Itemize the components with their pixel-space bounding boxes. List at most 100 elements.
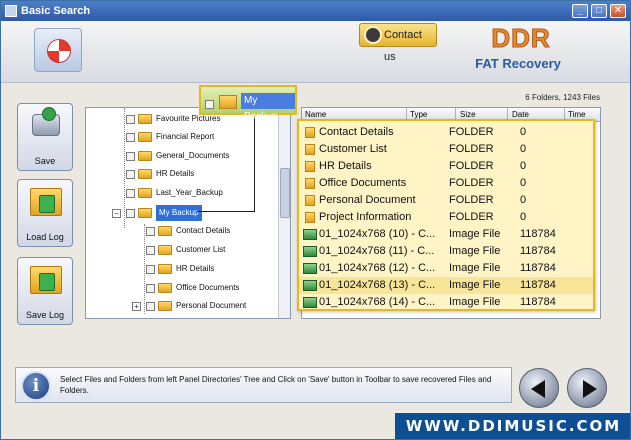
tree-checkbox[interactable] xyxy=(126,189,135,198)
column-header-size[interactable]: Size xyxy=(460,110,476,119)
back-button[interactable] xyxy=(519,368,559,408)
list-item[interactable]: 01_1024x768 (14) - C... Image File 118784 xyxy=(299,294,593,311)
save-button[interactable]: Save xyxy=(17,103,73,171)
contact-us-button[interactable]: Contact us xyxy=(359,23,437,63)
list-item[interactable]: 01_1024x768 (10) - C... Image File 118784 xyxy=(299,226,593,243)
contact-us-label: Contact us xyxy=(384,29,422,63)
folder-icon xyxy=(158,264,172,274)
zoomed-tree-callout: My Backup xyxy=(199,85,297,122)
directory-tree-panel[interactable]: Favourite Pictures Financial Report Gene… xyxy=(85,107,291,319)
callout-connector xyxy=(254,115,255,211)
folder-file-count: 6 Folders, 1243 Files xyxy=(525,93,600,102)
open-folder-icon xyxy=(138,208,152,218)
tree-checkbox[interactable] xyxy=(146,265,155,274)
tree-checkbox[interactable] xyxy=(146,246,155,255)
folder-icon xyxy=(138,169,152,179)
app-icon xyxy=(5,5,17,17)
tree-checkbox[interactable] xyxy=(126,115,135,124)
person-icon xyxy=(364,26,382,44)
window-title: Basic Search xyxy=(21,5,91,17)
list-item[interactable]: HR Details FOLDER 0 xyxy=(299,158,593,175)
folder-icon xyxy=(305,127,315,138)
image-file-icon xyxy=(303,246,317,257)
hint-text: Select Files and Folders from left Panel… xyxy=(60,375,492,395)
home-logo-button[interactable] xyxy=(34,28,82,72)
list-item[interactable]: Personal Document FOLDER 0 xyxy=(299,192,593,209)
folder-icon xyxy=(158,226,172,236)
tree-item-label: Financial Report xyxy=(156,132,215,141)
save-log-button-label: Save Log xyxy=(25,310,65,320)
hint-bar: Select Files and Folders from left Panel… xyxy=(15,367,512,403)
tree-item-label: Personal Document xyxy=(176,301,247,310)
tree-expand-toggle[interactable]: + xyxy=(132,302,141,311)
header-banner: Contact us DDR FAT Recovery xyxy=(1,21,630,83)
tree-item-label: Contact Details xyxy=(176,226,231,235)
load-log-button[interactable]: Load Log xyxy=(17,179,73,247)
minimize-button[interactable]: _ xyxy=(572,4,588,18)
tree-item-label: My Backup xyxy=(156,205,202,221)
tree-item-label: General_Documents xyxy=(156,151,230,160)
tree-checkbox[interactable] xyxy=(146,227,155,236)
save-log-button[interactable]: Save Log xyxy=(17,257,73,325)
list-item[interactable]: Office Documents FOLDER 0 xyxy=(299,175,593,192)
folder-icon xyxy=(305,212,315,223)
tree-collapse-toggle[interactable]: − xyxy=(112,209,121,218)
folder-icon xyxy=(305,195,315,206)
list-item[interactable]: 01_1024x768 (12) - C... Image File 118784 xyxy=(299,260,593,277)
app-window: Basic Search _ □ ✕ Contact us DDR FAT Re… xyxy=(0,0,631,440)
website-banner: WWW.DDIMUSIC.COM xyxy=(395,411,630,439)
folder-icon xyxy=(138,114,152,124)
maximize-button[interactable]: □ xyxy=(591,4,607,18)
tree-item-label: Customer List xyxy=(176,245,226,254)
column-header-time[interactable]: Time xyxy=(568,110,585,119)
list-item[interactable]: Project Information FOLDER 0 xyxy=(299,209,593,226)
next-button[interactable] xyxy=(567,368,607,408)
folder-load-icon xyxy=(30,188,62,216)
folder-icon xyxy=(138,151,152,161)
load-log-button-label: Load Log xyxy=(26,232,64,242)
tree-item-label: HR Details xyxy=(176,264,215,273)
tree-checkbox[interactable] xyxy=(146,284,155,293)
save-button-label: Save xyxy=(34,156,56,166)
folder-icon xyxy=(305,178,315,189)
callout-label: My Backup xyxy=(241,93,295,122)
close-button[interactable]: ✕ xyxy=(610,4,626,18)
list-item[interactable]: 01_1024x768 (11) - C... Image File 118784 xyxy=(299,243,593,260)
column-header-name[interactable]: Name xyxy=(305,110,326,119)
brand-logo-text: DDR xyxy=(491,23,551,54)
folder-icon xyxy=(305,161,315,172)
folder-icon xyxy=(158,245,172,255)
callout-connector xyxy=(197,211,255,212)
tree-checkbox[interactable] xyxy=(126,170,135,179)
tree-guide-line-child xyxy=(144,224,145,314)
tree-checkbox[interactable] xyxy=(146,302,155,311)
tree-checkbox[interactable] xyxy=(126,152,135,161)
image-file-icon xyxy=(303,263,317,274)
column-header-date[interactable]: Date xyxy=(512,110,529,119)
tree-checkbox[interactable] xyxy=(126,133,135,142)
tree-scroll-thumb[interactable] xyxy=(280,168,290,218)
folder-icon xyxy=(158,301,172,311)
tree-scrollbar[interactable] xyxy=(278,108,290,318)
list-item[interactable]: Contact Details FOLDER 0 xyxy=(299,124,593,141)
column-header-type[interactable]: Type xyxy=(410,110,427,119)
folder-icon xyxy=(158,283,172,293)
folder-icon xyxy=(305,144,315,155)
folder-savelog-icon xyxy=(30,266,62,294)
zoomed-file-list: Contact Details FOLDER 0 Customer List FOLD… xyxy=(297,119,595,311)
tree-item-label: HR Details xyxy=(156,169,195,178)
drive-save-icon xyxy=(32,107,60,136)
list-item[interactable]: Customer List FOLDER 0 xyxy=(299,141,593,158)
tree-checkbox[interactable] xyxy=(126,209,135,218)
image-file-icon xyxy=(303,229,317,240)
image-file-icon xyxy=(303,297,317,308)
tree-item-label: Office Documents xyxy=(176,283,240,292)
arrow-right-icon xyxy=(583,380,597,398)
tree-guide-line xyxy=(124,108,125,228)
tree-item-label: Last_Year_Backup xyxy=(156,188,223,197)
image-file-icon xyxy=(303,280,317,291)
title-bar: Basic Search _ □ ✕ xyxy=(1,1,630,21)
website-url: WWW.DDIMUSIC.COM xyxy=(405,417,622,435)
list-item[interactable]: 01_1024x768 (13) - C... Image File 118784 xyxy=(299,277,593,294)
tree-checkbox xyxy=(205,100,214,109)
